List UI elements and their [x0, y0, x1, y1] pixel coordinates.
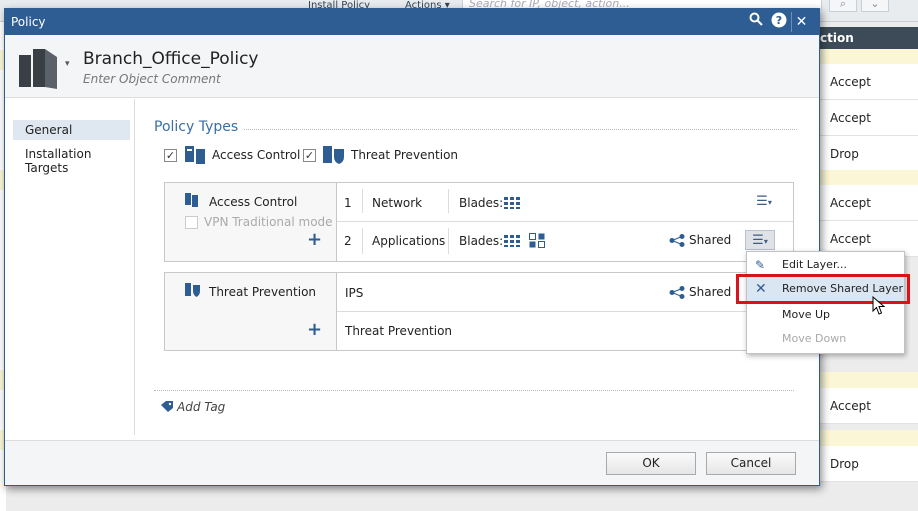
dialog-footer: OK Cancel [5, 440, 819, 485]
layer-number: 2 [344, 234, 352, 248]
layer-name-ips[interactable]: IPS [345, 286, 363, 300]
search-icon[interactable] [746, 12, 766, 32]
chevron-down-icon[interactable]: ▾ [65, 59, 70, 69]
application-blade-icon [529, 233, 545, 248]
threat-prevention-small-icon [185, 283, 200, 297]
close-icon[interactable]: ✕ [791, 12, 811, 32]
column-divider [362, 189, 363, 213]
layer-menu-button-active[interactable]: ☰▾ [745, 230, 775, 250]
shared-label: Shared [689, 285, 732, 299]
policy-package-icon [19, 49, 57, 89]
access-control-label: Access Control [212, 148, 301, 162]
dialog-title: Policy [11, 15, 46, 29]
firewall-blade-icon [504, 235, 520, 247]
dialog-titlebar: Policy ? ✕ [5, 9, 819, 35]
search-icon[interactable]: ⌕ [829, 0, 857, 12]
row-divider [337, 311, 793, 312]
ok-button[interactable]: OK [606, 452, 696, 475]
object-comment-field[interactable]: Enter Object Comment [83, 72, 221, 86]
layer-name-threat-prevention[interactable]: Threat Prevention [345, 324, 452, 338]
nav-item-installation-targets[interactable]: Installation Targets [13, 144, 130, 175]
threat-prevention-layers-box [164, 272, 794, 351]
cancel-button[interactable]: Cancel [706, 452, 796, 475]
threat-prevention-icon [323, 146, 344, 164]
blades-label: Blades: [459, 234, 504, 248]
access-control-checkbox[interactable]: ✓ [164, 149, 177, 162]
object-header: ▾ Branch_Office_Policy Enter Object Comm… [5, 35, 819, 98]
shared-layer-icon [669, 286, 685, 299]
rule-action-cell: Accept [815, 388, 918, 424]
chevron-down-icon[interactable]: ⌄ [861, 0, 889, 12]
section-divider [244, 129, 797, 130]
row-divider [337, 221, 793, 222]
add-tag-link[interactable]: Add Tag [177, 400, 225, 414]
section-divider [154, 390, 794, 391]
add-layer-plus-icon[interactable]: + [307, 319, 322, 340]
shared-layer-icon [669, 234, 685, 247]
vpn-traditional-checkbox[interactable] [185, 216, 198, 229]
layer-name-applications[interactable]: Applications [372, 234, 445, 248]
layer-menu-button[interactable]: ☰▾ [749, 192, 779, 212]
object-name[interactable]: Branch_Office_Policy [83, 49, 259, 69]
rule-action-cell: Accept [815, 100, 918, 136]
threat-prevention-checkbox[interactable]: ✓ [303, 149, 316, 162]
mouse-cursor-icon [872, 296, 886, 315]
help-icon[interactable]: ? [769, 12, 789, 32]
action-column-header: ction [815, 27, 918, 49]
menu-item-label: Move Up [782, 308, 831, 321]
column-divider [448, 228, 449, 254]
blades-label: Blades: [459, 196, 504, 210]
rule-action-cell: Accept [815, 64, 918, 100]
layer-number: 1 [344, 196, 352, 210]
add-layer-plus-icon[interactable]: + [307, 229, 322, 250]
shared-label: Shared [689, 233, 732, 247]
access-control-small-icon [185, 193, 198, 207]
access-control-box-title: Access Control [209, 195, 298, 209]
access-control-icon [185, 146, 205, 164]
column-divider [448, 189, 449, 213]
policy-types-heading: Policy Types [154, 119, 239, 135]
column-divider [362, 228, 363, 254]
nav-item-general[interactable]: General [13, 120, 130, 140]
rule-action-cell: Accept [815, 185, 918, 221]
rule-action-cell: Drop [815, 136, 918, 172]
firewall-blade-icon [504, 197, 520, 209]
rule-action-cell: Drop [815, 446, 918, 482]
menu-item-label: Edit Layer... [782, 258, 847, 271]
tag-icon [161, 401, 173, 412]
svg-text:?: ? [776, 14, 782, 27]
left-nav: General Installation Targets [5, 99, 135, 435]
menu-item-move-down[interactable]: Move Down [747, 327, 904, 351]
layer-name-network[interactable]: Network [372, 196, 422, 210]
vpn-traditional-label: VPN Traditional mode [204, 215, 333, 229]
threat-prevention-label: Threat Prevention [351, 148, 459, 162]
threat-prevention-box-title: Threat Prevention [209, 285, 317, 299]
menu-item-label: Move Down [782, 332, 847, 345]
